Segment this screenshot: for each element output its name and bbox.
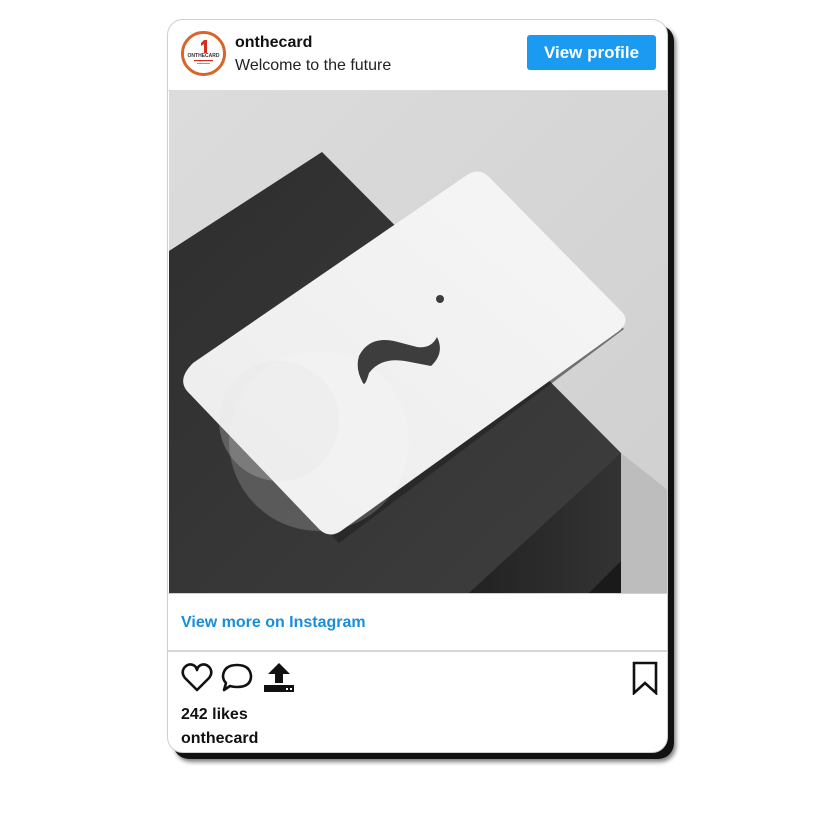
view-more-row: View more on Instagram <box>168 593 667 652</box>
post-header: ONTHECARD onthecard Welcome to the futur… <box>168 20 667 91</box>
share-icon[interactable] <box>262 661 296 695</box>
bookmark-icon[interactable] <box>628 661 662 695</box>
caption-username[interactable]: onthecard <box>181 730 258 748</box>
view-profile-button[interactable]: View profile <box>527 35 656 70</box>
heart-icon[interactable] <box>180 661 214 695</box>
onthecard-logo: ONTHECARD <box>184 34 223 73</box>
comment-icon[interactable] <box>220 661 254 695</box>
business-card-photo <box>169 91 667 593</box>
post-tagline: Welcome to the future <box>235 57 392 74</box>
svg-text:ONTHECARD: ONTHECARD <box>188 53 220 59</box>
avatar[interactable]: ONTHECARD <box>181 31 226 76</box>
view-more-link[interactable]: View more on Instagram <box>181 614 366 632</box>
instagram-post-card: ONTHECARD onthecard Welcome to the futur… <box>167 19 668 753</box>
post-image[interactable] <box>169 91 667 593</box>
post-username[interactable]: onthecard <box>235 34 312 52</box>
action-bar <box>168 652 667 697</box>
likes-count: 242 likes <box>181 706 248 723</box>
